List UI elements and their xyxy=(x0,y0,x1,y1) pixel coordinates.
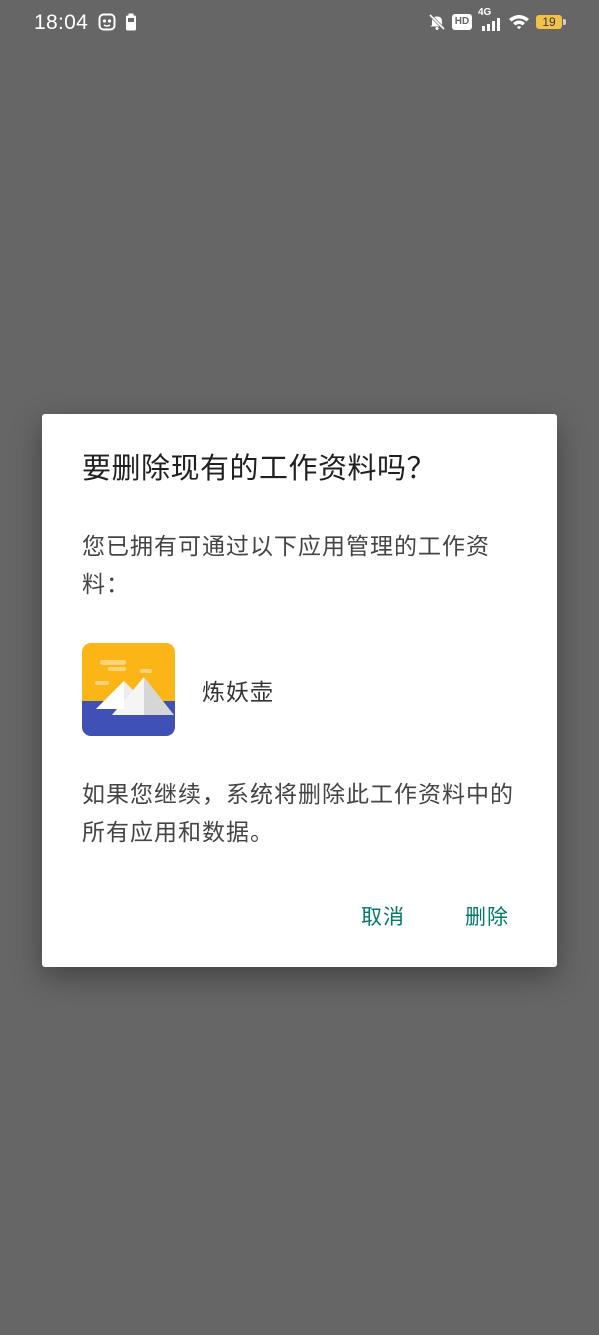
hd-icon: HD xyxy=(452,14,472,30)
signal-4g-icon: 4G xyxy=(478,7,502,32)
app-notification-icon xyxy=(98,13,116,31)
battery-saver-icon xyxy=(125,13,137,31)
app-name: 炼妖壶 xyxy=(202,679,274,706)
wifi-icon xyxy=(508,13,530,31)
mute-icon xyxy=(428,13,446,31)
dialog-message: 您已拥有可通过以下应用管理的工作资料： xyxy=(82,534,490,598)
battery-level: 19 xyxy=(542,15,556,29)
dialog-warning: 如果您继续，系统将删除此工作资料中的所有应用和数据。 xyxy=(82,782,514,846)
status-right-icons: HD 4G 19 xyxy=(428,7,566,32)
dialog-title: 要删除现有的工作资料吗？ xyxy=(82,451,437,485)
cancel-button[interactable]: 取消 xyxy=(361,901,405,931)
mountain-landscape-icon xyxy=(82,643,175,736)
managing-app-row: 炼妖壶 xyxy=(82,643,274,736)
delete-button[interactable]: 删除 xyxy=(465,901,509,931)
battery-tip xyxy=(563,19,566,25)
hd-label: HD xyxy=(454,16,470,27)
delete-work-profile-dialog: 要删除现有的工作资料吗？ 您已拥有可通过以下应用管理的工作资料： 炼妖壶 如果您… xyxy=(42,414,557,967)
battery-icon: 19 xyxy=(536,14,566,30)
status-bar: 18:04 HD 4G 19 xyxy=(0,0,599,48)
status-left-icons xyxy=(98,13,137,31)
dialog-actions: 取消 删除 xyxy=(361,901,509,931)
status-time: 18:04 xyxy=(34,11,89,34)
